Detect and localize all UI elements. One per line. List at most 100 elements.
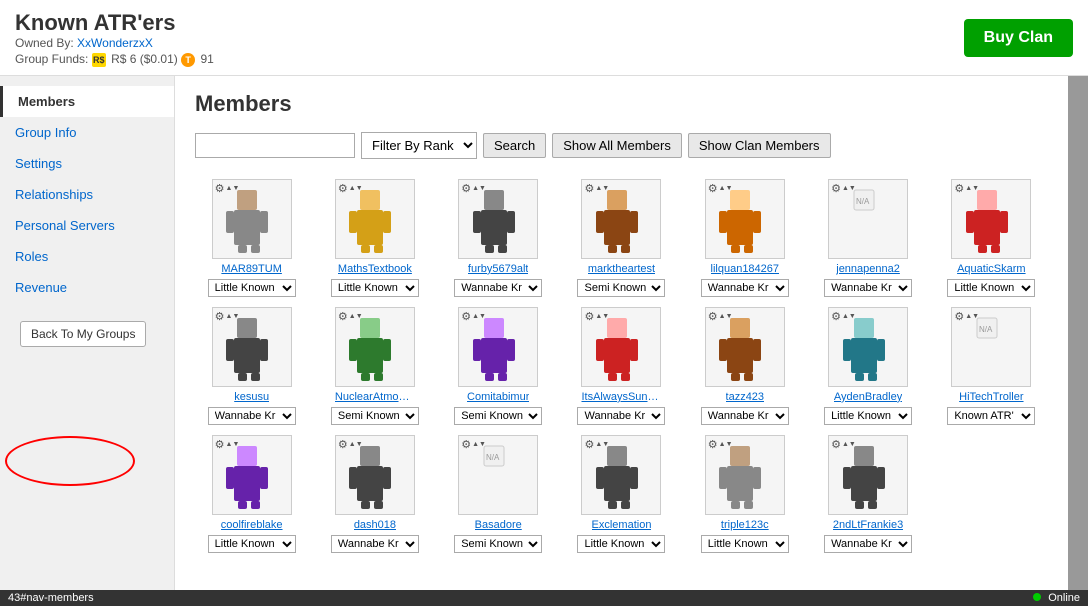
rank-select[interactable]: Little Known Wannabe Kr Semi Known Known… [454,535,542,553]
gear-icon[interactable]: ⚙ [954,182,964,195]
member-card: ⚙ ▲▼ N/A HiTechTroller Little Known Wann… [935,307,1048,425]
gear-icon[interactable]: ⚙ [215,438,225,451]
member-avatar-box: ⚙ ▲▼ [828,435,908,515]
show-clan-members-button[interactable]: Show Clan Members [688,133,831,158]
member-card: ⚙ ▲▼ lilquan184267 Little Known Wannabe … [688,179,801,297]
member-name[interactable]: AquaticSkarm [957,263,1025,275]
gear-icon[interactable]: ⚙ [831,182,841,195]
rank-select[interactable]: Little Known Wannabe Kr Semi Known Known… [577,279,665,297]
member-name[interactable]: MAR89TUM [221,263,282,275]
sidebar-item-revenue[interactable]: Revenue [0,272,174,303]
members-grid: ⚙ ▲▼ MAR89TUM Little Known Wannabe Kr [195,179,1048,553]
rank-select[interactable]: Little Known Wannabe Kr Semi Known Known… [208,279,296,297]
rank-select[interactable]: Little Known Wannabe Kr Semi Known Known… [331,279,419,297]
sidebar-item-settings[interactable]: Settings [0,148,174,179]
gear-controls: ⚙ ▲▼ [708,182,733,195]
gear-controls: ⚙ ▲▼ [708,438,733,451]
gear-icon[interactable]: ⚙ [831,310,841,323]
sidebar-item-relationships[interactable]: Relationships [0,179,174,210]
buy-clan-button[interactable]: Buy Clan [964,19,1073,57]
gear-icon[interactable]: ⚙ [954,310,964,323]
rank-select[interactable]: Little Known Wannabe Kr Semi Known Known… [454,407,542,425]
gear-icon[interactable]: ⚙ [584,182,594,195]
member-name[interactable]: Comitabimur [467,391,529,403]
scrollbar[interactable] [1068,76,1088,606]
gear-icon[interactable]: ⚙ [461,182,471,195]
member-name[interactable]: MathsTextbook [338,263,412,275]
rank-select[interactable]: Little Known Wannabe Kr Semi Known Known… [947,279,1035,297]
svg-text:N/A: N/A [979,325,993,334]
sidebar-item-members[interactable]: Members [0,86,174,117]
sidebar-item-group-info[interactable]: Group Info [0,117,174,148]
owner-link[interactable]: XxWonderzxX [77,36,153,50]
member-avatar-box: ⚙ ▲▼ [581,435,661,515]
member-name[interactable]: Exclemation [592,519,652,531]
gear-controls: ⚙ ▲▼ [954,310,979,323]
member-name[interactable]: triple123c [721,519,769,531]
member-name[interactable]: ItsAlwaysSunnyIr [581,391,661,403]
sidebar-item-personal-servers[interactable]: Personal Servers [0,210,174,241]
member-name[interactable]: furby5679alt [468,263,529,275]
gear-icon[interactable]: ⚙ [584,310,594,323]
rank-select[interactable]: Little Known Wannabe Kr Semi Known Known… [454,279,542,297]
member-name[interactable]: marktheartest [588,263,655,275]
avatar-svg [841,313,896,381]
rank-select[interactable]: Little Known Wannabe Kr Semi Known Known… [701,535,789,553]
member-name[interactable]: HiTechTroller [959,391,1023,403]
rank-select[interactable]: Little Known Wannabe Kr Semi Known Known… [947,407,1035,425]
gear-icon[interactable]: ⚙ [338,182,348,195]
avatar-svg [964,185,1019,253]
sort-arrows: ▲▼ [719,313,733,320]
member-name[interactable]: Basadore [475,519,522,531]
avatar-svg: N/A [964,313,1019,381]
gear-icon[interactable]: ⚙ [584,438,594,451]
search-button[interactable]: Search [483,133,546,158]
funds-amount: R$ 6 ($0.01) [111,52,178,66]
rank-select[interactable]: Little Known Wannabe Kr Semi Known Known… [331,535,419,553]
gear-icon[interactable]: ⚙ [338,438,348,451]
member-name[interactable]: 2ndLtFrankie3 [833,519,903,531]
gear-icon[interactable]: ⚙ [708,310,718,323]
gear-icon[interactable]: ⚙ [215,310,225,323]
rank-select[interactable]: Little Known Wannabe Kr Semi Known Known… [208,407,296,425]
gear-icon[interactable]: ⚙ [461,438,471,451]
avatar-svg [717,441,772,509]
member-card: ⚙ ▲▼ ItsAlwaysSunnyIr Little Known Wanna… [565,307,678,425]
gear-icon[interactable]: ⚙ [461,310,471,323]
rank-select[interactable]: Little Known Wannabe Kr Semi Known Known… [577,535,665,553]
member-name[interactable]: dash018 [354,519,396,531]
member-card: ⚙ ▲▼ coolfireblake Little Known Wannabe … [195,435,308,553]
gear-icon[interactable]: ⚙ [215,182,225,195]
avatar-svg: N/A [471,441,526,509]
member-name[interactable]: tazz423 [726,391,765,403]
member-avatar-box: ⚙ ▲▼ [335,435,415,515]
gear-icon[interactable]: ⚙ [708,182,718,195]
gear-icon[interactable]: ⚙ [708,438,718,451]
member-name[interactable]: coolfireblake [221,519,283,531]
rank-select[interactable]: Little Known Wannabe Kr Semi Known Known… [824,535,912,553]
rank-select[interactable]: Little Known Wannabe Kr Semi Known Known… [701,407,789,425]
member-avatar-box: ⚙ ▲▼ [212,307,292,387]
avatar-svg [224,441,279,509]
member-name[interactable]: kesusu [234,391,269,403]
member-name[interactable]: AydenBradley [834,391,902,403]
member-name[interactable]: jennapenna2 [836,263,900,275]
rank-select[interactable]: Little Known Wannabe Kr Semi Known Known… [208,535,296,553]
member-name[interactable]: lilquan184267 [711,263,780,275]
gear-icon[interactable]: ⚙ [338,310,348,323]
filter-rank-select[interactable]: Filter By Rank Little Known Wannabe Kr S… [361,132,477,159]
rank-select[interactable]: Little Known Wannabe Kr Semi Known Known… [824,279,912,297]
show-all-members-button[interactable]: Show All Members [552,133,682,158]
search-bar: Filter By Rank Little Known Wannabe Kr S… [195,132,1048,159]
sidebar-item-roles[interactable]: Roles [0,241,174,272]
rank-select[interactable]: Little Known Wannabe Kr Semi Known Known… [331,407,419,425]
header-right: Buy Clan [964,19,1073,57]
gear-icon[interactable]: ⚙ [831,438,841,451]
rank-select[interactable]: Little Known Wannabe Kr Semi Known Known… [701,279,789,297]
member-name[interactable]: NuclearAtmosph [335,391,415,403]
rank-select[interactable]: Little Known Wannabe Kr Semi Known Known… [824,407,912,425]
search-input[interactable] [195,133,355,158]
rank-select[interactable]: Little Known Wannabe Kr Semi Known Known… [577,407,665,425]
back-to-groups-button[interactable]: Back To My Groups [20,321,146,347]
gear-controls: ⚙ ▲▼ [584,310,609,323]
